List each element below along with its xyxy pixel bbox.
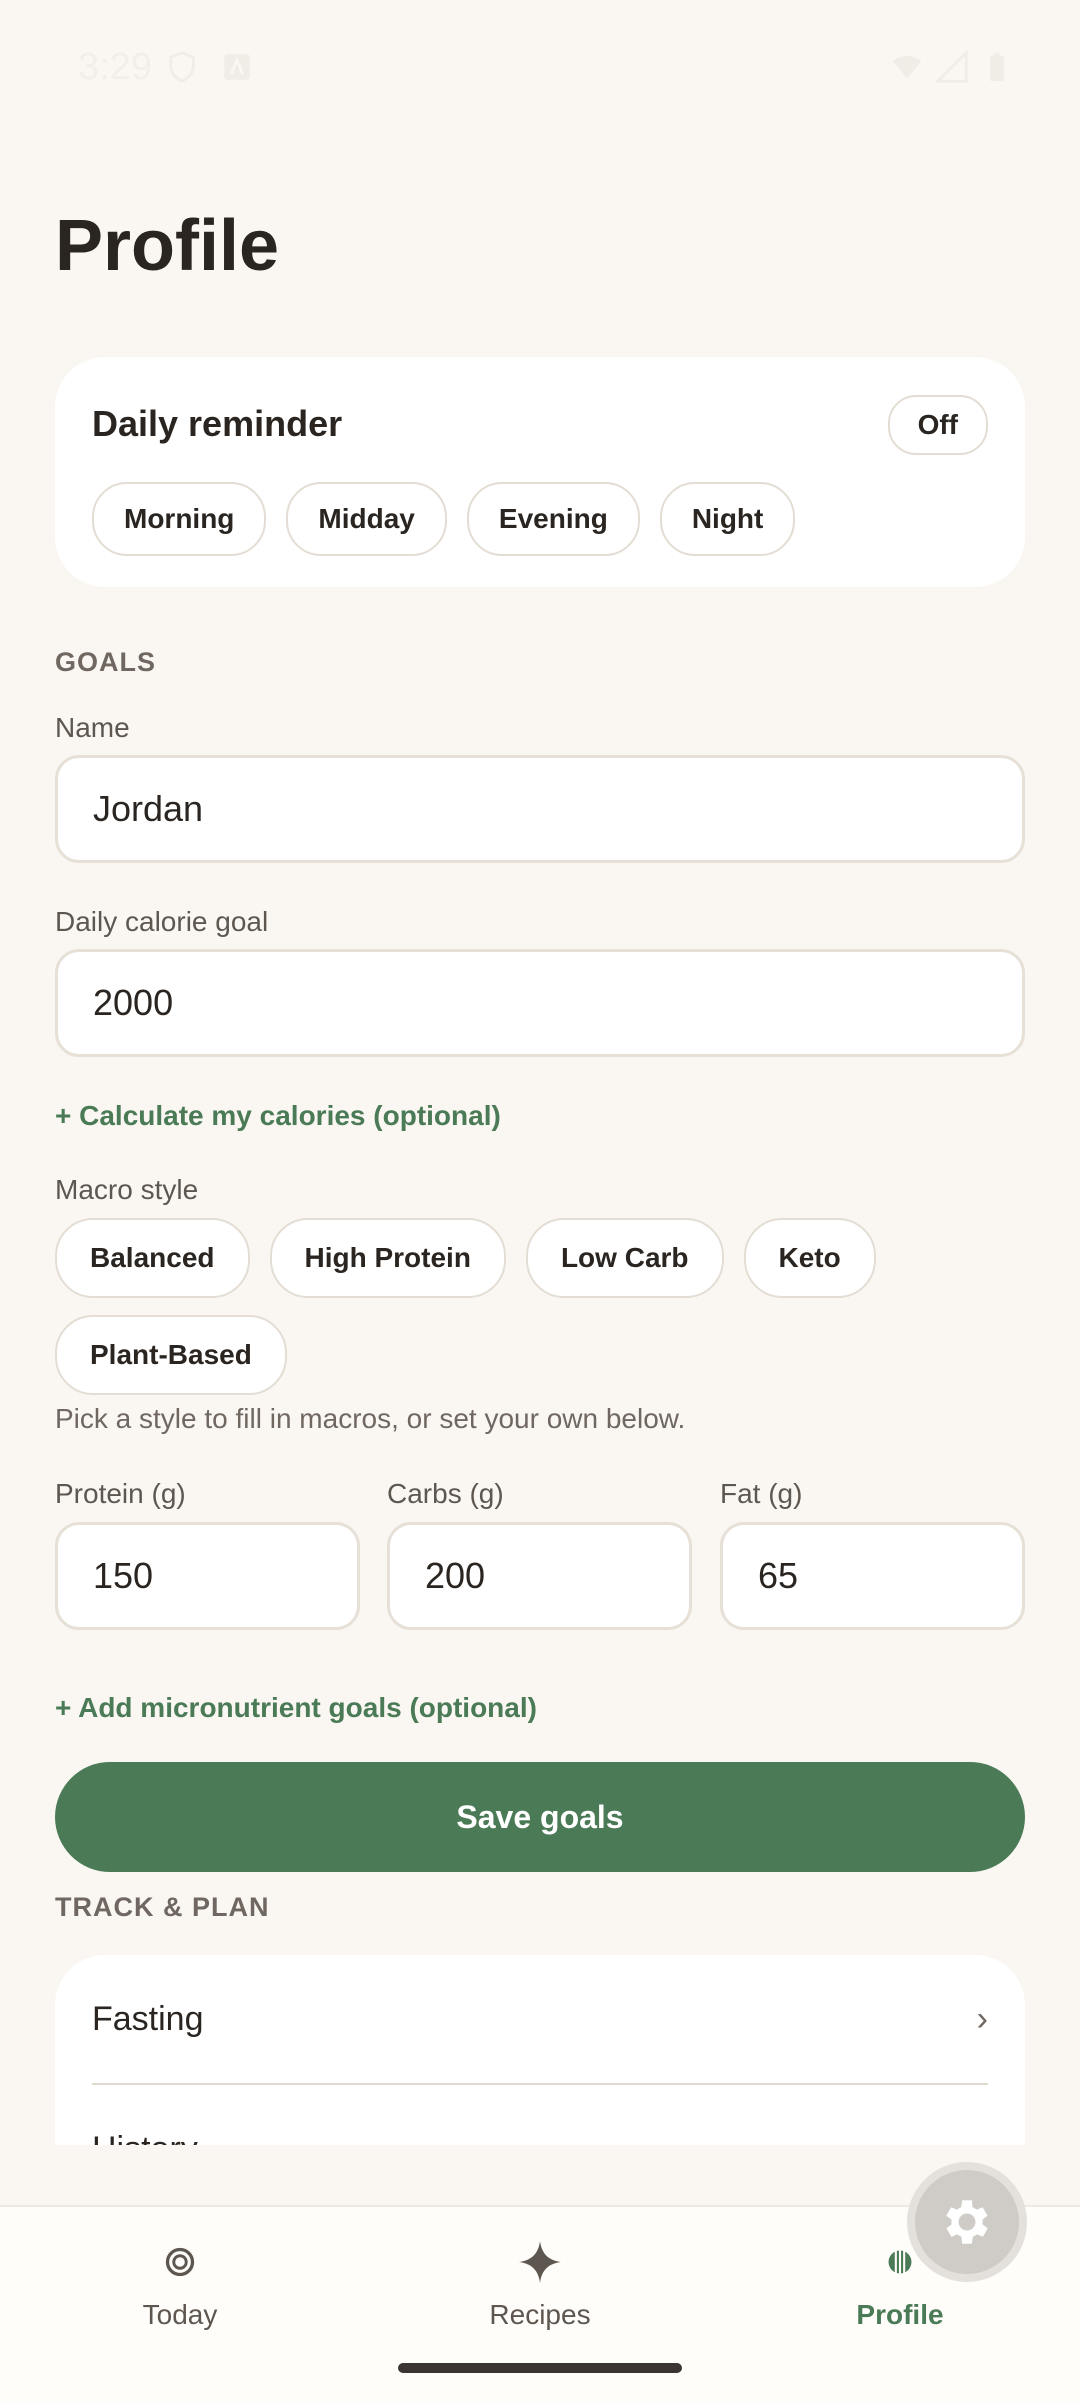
nav-label-profile: Profile bbox=[856, 2299, 944, 2330]
status-bar: 3:29 bbox=[0, 0, 1080, 136]
reminder-time-chips: Morning Midday Evening Night bbox=[92, 482, 796, 556]
history-label: History bbox=[92, 2130, 198, 2146]
settings-fab[interactable] bbox=[907, 2162, 1027, 2282]
calorie-goal-label: Daily calorie goal bbox=[55, 906, 269, 937]
carbs-input[interactable]: 200 bbox=[387, 1522, 692, 1630]
macro-style-label: Macro style bbox=[55, 1174, 199, 1205]
name-input[interactable]: Jordan bbox=[55, 755, 1025, 863]
nav-label-today: Today bbox=[142, 2299, 218, 2330]
chevron-right-icon: › bbox=[976, 1999, 988, 2038]
reminder-chip-morning[interactable]: Morning bbox=[92, 482, 267, 556]
calorie-goal-input[interactable]: 2000 bbox=[55, 949, 1025, 1057]
gear-icon bbox=[946, 2200, 988, 2244]
reminder-chip-midday[interactable]: Midday bbox=[286, 482, 447, 556]
circle-target-icon bbox=[165, 2247, 195, 2277]
micronutrient-goals-link[interactable]: + Add micronutrient goals (optional) bbox=[55, 1692, 537, 1724]
macro-chip-keto[interactable]: Keto bbox=[743, 1218, 876, 1298]
macro-chip-high-protein[interactable]: High Protein bbox=[269, 1218, 506, 1298]
reminder-title: Daily reminder bbox=[92, 403, 343, 444]
battery-icon bbox=[989, 52, 1005, 82]
a-box-icon bbox=[224, 54, 250, 80]
daily-reminder-card: Daily reminder Off Morning Midday Evenin… bbox=[55, 357, 1025, 587]
signal-icon bbox=[935, 50, 968, 83]
fat-input[interactable]: 65 bbox=[720, 1522, 1025, 1630]
nav-item-recipes[interactable]: Recipes bbox=[440, 2237, 640, 2331]
carbs-label: Carbs (g) bbox=[387, 1478, 504, 1509]
page-title: Profile bbox=[55, 206, 280, 286]
macro-helper-text: Pick a style to fill in macros, or set y… bbox=[55, 1403, 686, 1434]
wifi-icon bbox=[892, 56, 922, 79]
status-time: 3:29 bbox=[78, 46, 152, 88]
protein-label: Protein (g) bbox=[55, 1478, 186, 1509]
macro-style-chips-row-2: Plant-Based bbox=[55, 1315, 287, 1395]
fat-label: Fat (g) bbox=[720, 1478, 803, 1509]
fasting-label: Fasting bbox=[92, 1999, 204, 2038]
nav-item-today[interactable]: Today bbox=[80, 2237, 280, 2331]
macro-style-chips-row-1: Balanced High Protein Low Carb Keto bbox=[55, 1218, 876, 1298]
reminder-chip-evening[interactable]: Evening bbox=[466, 482, 640, 556]
sparkle-icon bbox=[519, 2241, 561, 2283]
fasting-row[interactable]: Fasting › bbox=[92, 1955, 988, 2083]
reminder-toggle[interactable]: Off bbox=[887, 395, 988, 455]
nav-label-recipes: Recipes bbox=[489, 2299, 591, 2330]
track-plan-card: Fasting › History bbox=[55, 1955, 1025, 2145]
history-row[interactable]: History bbox=[92, 2085, 988, 2146]
shield-icon bbox=[169, 51, 195, 83]
name-label: Name bbox=[55, 712, 130, 743]
macro-chip-balanced[interactable]: Balanced bbox=[55, 1218, 250, 1298]
goals-section-header: GOALS bbox=[55, 647, 157, 677]
calculate-calories-link[interactable]: + Calculate my calories (optional) bbox=[55, 1100, 501, 1132]
reminder-chip-night[interactable]: Night bbox=[659, 482, 796, 556]
save-goals-button[interactable]: Save goals bbox=[55, 1762, 1025, 1872]
macro-chip-low-carb[interactable]: Low Carb bbox=[525, 1218, 724, 1298]
protein-input[interactable]: 150 bbox=[55, 1522, 360, 1630]
macro-chip-plant-based[interactable]: Plant-Based bbox=[55, 1315, 287, 1395]
track-plan-section-header: TRACK & PLAN bbox=[55, 1892, 270, 1922]
home-indicator[interactable] bbox=[398, 2363, 682, 2373]
